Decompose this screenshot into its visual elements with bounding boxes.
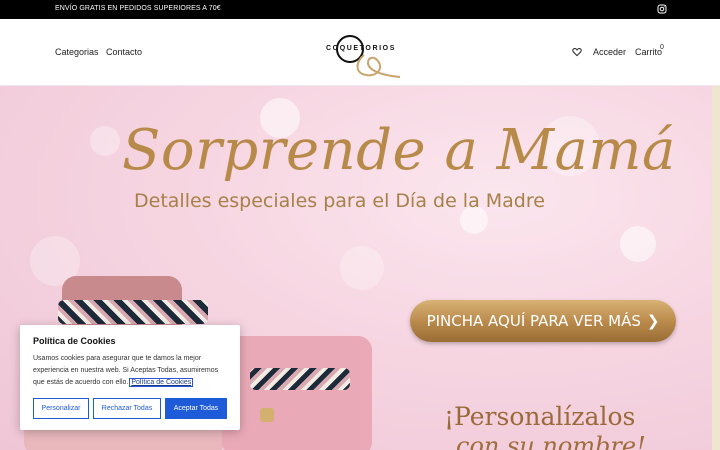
product-bag-image — [222, 336, 372, 450]
bokeh-light — [620, 226, 656, 262]
bokeh-light — [90, 126, 120, 156]
promo-text: ENVÍO GRATIS EN PEDIDOS SUPERIORES A 70€ — [55, 5, 221, 12]
login-link[interactable]: Acceder — [593, 47, 626, 57]
cookie-title: Política de Cookies — [33, 336, 116, 346]
cookie-text: Usamos cookies para asegurar que te damo… — [33, 353, 229, 389]
cookie-policy-link[interactable]: Política de Cookies — [129, 378, 194, 387]
site-logo[interactable]: COQUETORIOS — [320, 25, 404, 81]
wishlist-heart-icon[interactable] — [572, 47, 582, 57]
logo-text: COQUETORIOS — [326, 45, 396, 52]
promo-bar: ENVÍO GRATIS EN PEDIDOS SUPERIORES A 70€ — [0, 0, 720, 19]
reject-all-button[interactable]: Rechazar Todas — [93, 398, 161, 419]
customize-cookies-button[interactable]: Personalizar — [33, 398, 89, 419]
instagram-icon[interactable] — [657, 4, 667, 14]
cookie-banner: Política de Cookies Usamos cookies para … — [20, 325, 240, 430]
cart-count-badge: 0 — [660, 44, 664, 51]
nav-contacto[interactable]: Contacto — [106, 47, 142, 57]
hero-subtitle: Detalles especiales para el Día de la Ma… — [134, 190, 545, 212]
bag-clasp-image — [260, 408, 274, 422]
silk-scarf-image — [58, 300, 208, 324]
site-header: Categorias Contacto COQUETORIOS Acceder … — [0, 19, 720, 86]
personalize-subheading: con su nombre! — [456, 432, 646, 450]
personalize-heading: ¡Personalízalos — [444, 402, 636, 431]
hero-title: Sorprende a Mamá — [122, 118, 676, 183]
logo-mark — [336, 35, 401, 78]
accept-all-button[interactable]: Aceptar Todas — [165, 398, 227, 419]
cta-label: PINCHA AQUÍ PARA VER MÁS — [426, 312, 641, 330]
nav-categorias[interactable]: Categorias — [55, 47, 99, 57]
chevron-right-icon: ❯ — [646, 312, 660, 330]
see-more-button[interactable]: PINCHA AQUÍ PARA VER MÁS ❯ — [410, 300, 676, 342]
silk-scarf-image — [250, 368, 350, 390]
page-scrollbar[interactable] — [712, 86, 720, 450]
bokeh-light — [340, 246, 384, 290]
cart-link[interactable]: Carrito — [635, 47, 662, 57]
